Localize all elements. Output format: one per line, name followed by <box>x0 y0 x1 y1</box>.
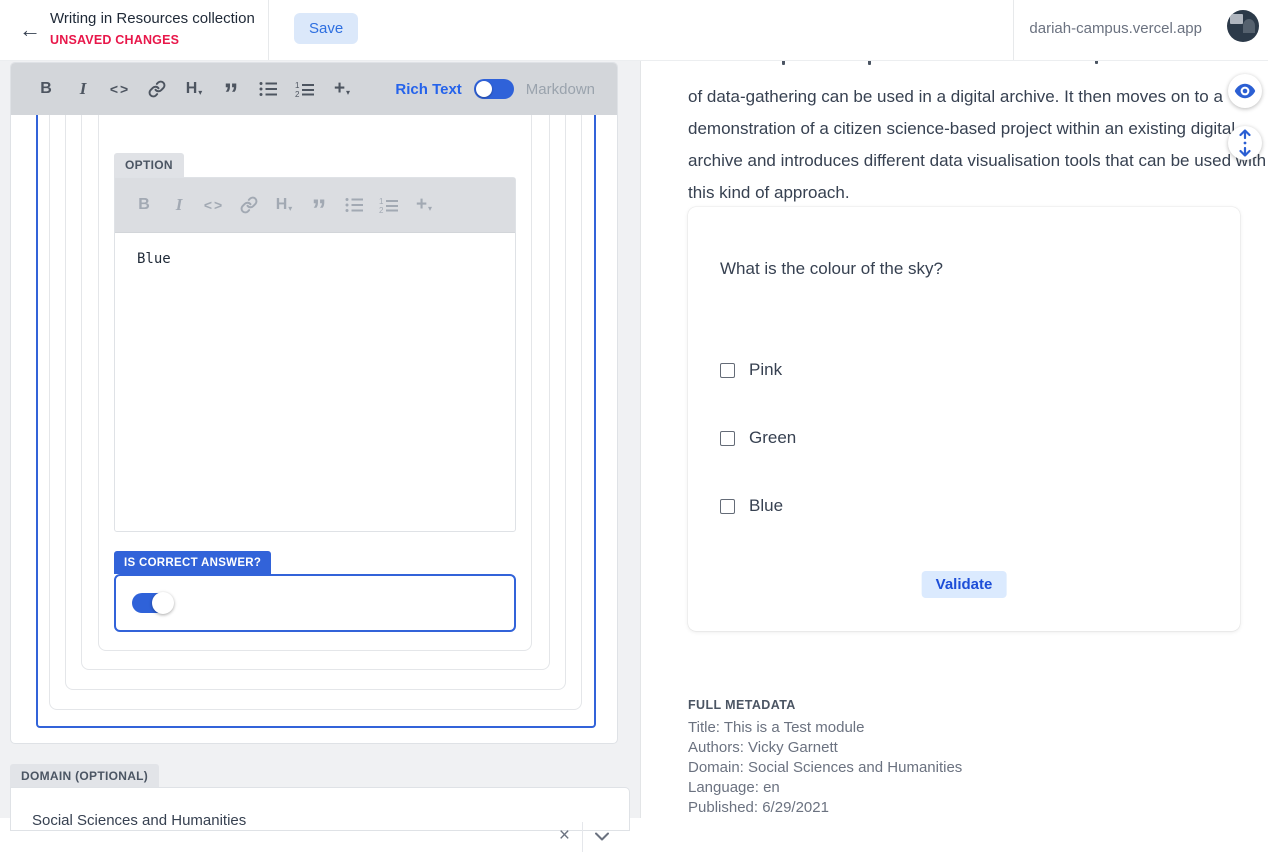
quiz-question: What is the colour of the sky? <box>720 259 943 279</box>
preview-visibility-button[interactable] <box>1228 74 1262 108</box>
bold-icon[interactable]: B <box>35 78 57 100</box>
full-metadata-heading: FULL METADATA <box>688 698 796 712</box>
add-component-icon[interactable]: +▾ <box>331 78 353 100</box>
save-button[interactable]: Save <box>294 13 358 44</box>
option-field-label: OPTION <box>114 153 184 177</box>
header-divider <box>1013 0 1014 60</box>
link-icon[interactable] <box>146 78 168 100</box>
domain-field-label: DOMAIN (OPTIONAL) <box>10 764 159 787</box>
domain-select[interactable]: Social Sciences and Humanities × <box>10 787 630 831</box>
mode-toggle[interactable] <box>474 79 514 99</box>
preview-pane: of data-gathering can be used in a digit… <box>640 60 1268 818</box>
header-divider <box>268 0 269 60</box>
svg-text:2: 2 <box>295 90 300 97</box>
chevron-down-icon: ▾ <box>346 88 350 97</box>
metadata-line: Authors: Vicky Garnett <box>688 738 962 758</box>
validate-button[interactable]: Validate <box>922 571 1007 598</box>
paragraph-line: of data-gathering can be used in a digit… <box>688 81 1248 113</box>
code-icon[interactable]: <> <box>203 194 225 216</box>
code-icon[interactable]: <> <box>109 78 131 100</box>
bold-icon[interactable]: B <box>133 194 155 216</box>
quiz-option-row[interactable]: Pink <box>720 360 782 380</box>
editor-scroll-area[interactable]: OPTION B I <> H▾ ” <box>11 115 617 744</box>
markdown-mode-label[interactable]: Markdown <box>526 81 595 98</box>
metadata-list: Title: This is a Test module Authors: Vi… <box>688 718 962 818</box>
rich-text-mode-label[interactable]: Rich Text <box>395 81 461 98</box>
svg-text:1: 1 <box>295 81 300 90</box>
checkbox-icon[interactable] <box>720 363 735 378</box>
option-text-editor[interactable]: Blue <box>115 233 515 285</box>
domain-selected-value: Social Sciences and Humanities <box>32 812 246 829</box>
is-correct-answer-field <box>114 574 516 632</box>
svg-text:2: 2 <box>379 206 384 213</box>
heading-icon[interactable]: H▾ <box>273 194 295 216</box>
scroll-sync-button[interactable] <box>1228 126 1262 160</box>
quiz-option-row[interactable]: Green <box>720 428 796 448</box>
preview-paragraph: of data-gathering can be used in a digit… <box>688 81 1248 209</box>
metadata-line: Language: en <box>688 778 962 798</box>
toggle-knob <box>476 81 492 97</box>
svg-text:1: 1 <box>379 197 384 206</box>
chevron-down-icon: ▾ <box>428 204 432 213</box>
link-icon[interactable] <box>238 194 260 216</box>
top-bar: ← Writing in Resources collection UNSAVE… <box>0 0 1268 61</box>
italic-icon[interactable]: I <box>168 194 190 216</box>
checkbox-icon[interactable] <box>720 499 735 514</box>
rich-text-toolbar: B I <> H▾ ” 12 +▾ Rich Text Markdow <box>11 63 617 115</box>
paragraph-line: this kind of approach. <box>688 177 1248 209</box>
page-title: Writing in Resources collection <box>50 9 255 29</box>
site-name: dariah-campus.vercel.app <box>1029 20 1202 37</box>
paragraph-line: demonstration of a citizen science-based… <box>688 113 1248 145</box>
heading-icon[interactable]: H▾ <box>183 78 205 100</box>
add-component-icon[interactable]: +▾ <box>413 194 435 216</box>
rich-text-widget-card: B I <> H▾ ” 12 +▾ Rich Text Markdow <box>10 62 618 744</box>
editor-pane: B I <> H▾ ” 12 +▾ Rich Text Markdow <box>0 60 640 818</box>
chevron-down-icon: ▾ <box>288 204 292 213</box>
numbered-list-icon[interactable]: 12 <box>378 194 400 216</box>
chevron-down-icon: ▾ <box>198 88 202 97</box>
quiz-card: What is the colour of the sky? Pink Gree… <box>688 207 1240 631</box>
title-block: Writing in Resources collection UNSAVED … <box>50 9 255 49</box>
metadata-line: Title: This is a Test module <box>688 718 962 738</box>
quiz-option-label[interactable]: Green <box>749 428 796 448</box>
option-field: B I <> H▾ ” 12 +▾ <box>114 177 516 532</box>
metadata-line: Published: 6/29/2021 <box>688 798 962 818</box>
quiz-option-label[interactable]: Blue <box>749 496 783 516</box>
is-correct-toggle[interactable] <box>132 593 172 613</box>
vertical-arrows-icon <box>1238 129 1252 157</box>
back-arrow-icon[interactable]: ← <box>14 14 46 46</box>
numbered-list-icon[interactable]: 12 <box>294 78 316 100</box>
quiz-option-label[interactable]: Pink <box>749 360 782 380</box>
toggle-knob <box>152 592 174 614</box>
bulleted-list-icon[interactable] <box>343 194 365 216</box>
chevron-down-icon[interactable] <box>583 832 621 841</box>
quote-icon[interactable]: ” <box>308 188 330 222</box>
option-toolbar: B I <> H▾ ” 12 +▾ <box>115 178 515 233</box>
clear-icon[interactable]: × <box>547 826 582 845</box>
unsaved-changes-badge: UNSAVED CHANGES <box>50 31 255 49</box>
checkbox-icon[interactable] <box>720 431 735 446</box>
italic-icon[interactable]: I <box>72 78 94 100</box>
quiz-option-row[interactable]: Blue <box>720 496 783 516</box>
quote-icon[interactable]: ” <box>220 72 242 106</box>
paragraph-line: archive and introduces different data vi… <box>688 145 1248 177</box>
eye-icon <box>1234 83 1256 99</box>
bulleted-list-icon[interactable] <box>257 78 279 100</box>
avatar[interactable] <box>1227 10 1259 42</box>
is-correct-answer-label: IS CORRECT ANSWER? <box>114 551 271 574</box>
metadata-line: Domain: Social Sciences and Humanities <box>688 758 962 778</box>
